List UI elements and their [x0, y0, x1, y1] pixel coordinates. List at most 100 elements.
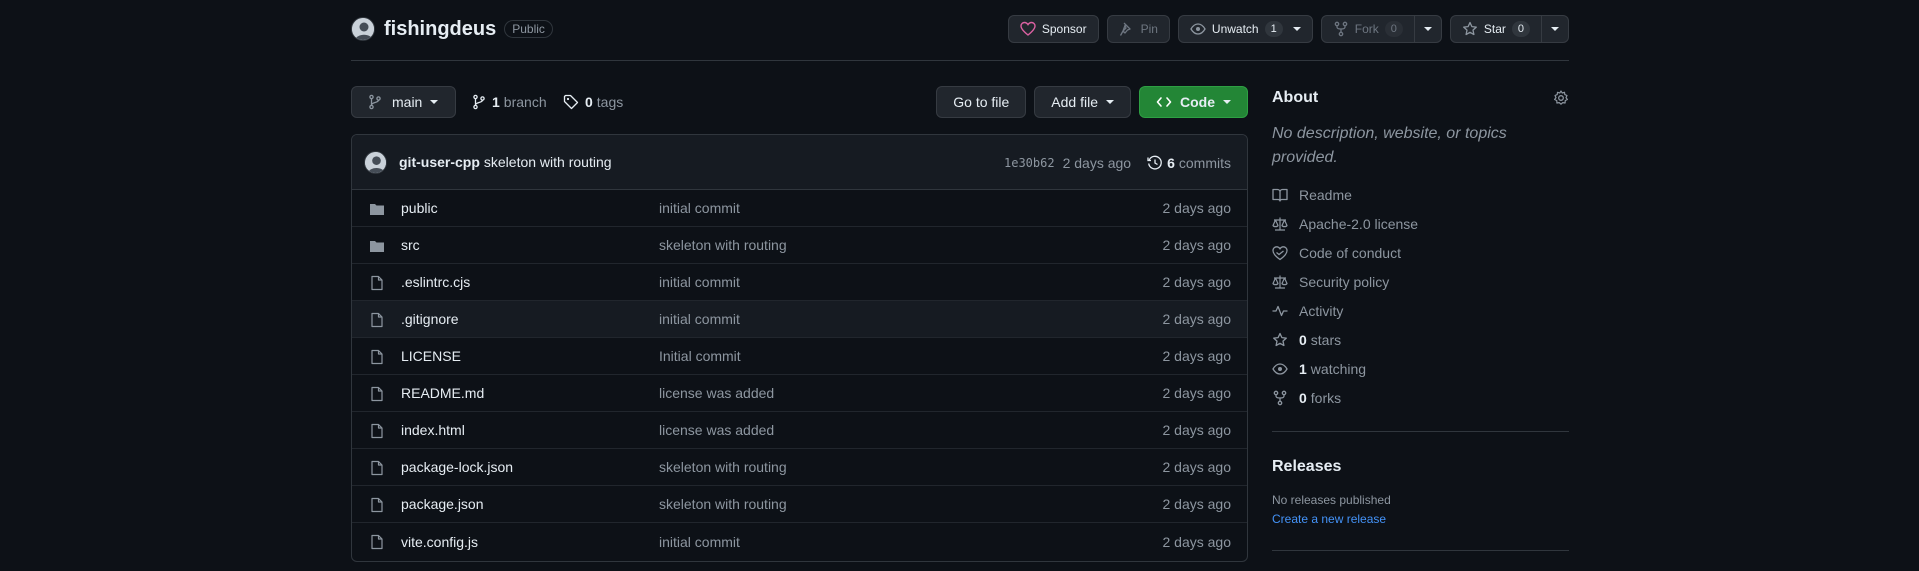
- fork-counter: 0: [1384, 21, 1403, 37]
- file-name-link[interactable]: README.md: [401, 385, 484, 401]
- commit-author[interactable]: git-user-cpp: [399, 154, 480, 170]
- commit-message[interactable]: skeleton with routing: [484, 154, 612, 170]
- star-label: Star: [1483, 22, 1506, 36]
- create-release-link[interactable]: Create a new release: [1272, 512, 1569, 526]
- fork-button[interactable]: Fork 0: [1320, 15, 1415, 43]
- code-icon: [1156, 94, 1172, 110]
- pin-button[interactable]: Pin: [1106, 15, 1170, 43]
- about-item-label: Activity: [1299, 302, 1344, 319]
- file-name-link[interactable]: package-lock.json: [401, 459, 513, 475]
- file-listing: git-user-cpp skeleton with routing 1e30b…: [351, 134, 1248, 562]
- file-name-link[interactable]: index.html: [401, 422, 465, 438]
- file-name-link[interactable]: .eslintrc.cjs: [401, 274, 470, 290]
- file-row[interactable]: index.html license was added 2 days ago: [352, 412, 1247, 449]
- file-commit-message[interactable]: Initial commit: [659, 348, 741, 364]
- add-file-label: Add file: [1051, 94, 1098, 110]
- file-name-link[interactable]: vite.config.js: [401, 534, 478, 550]
- file-name-link[interactable]: package.json: [401, 496, 484, 512]
- file-row[interactable]: LICENSE Initial commit 2 days ago: [352, 338, 1247, 375]
- fork-dropdown-button[interactable]: [1414, 15, 1442, 43]
- branches-link[interactable]: 1 branch: [472, 86, 547, 118]
- commit-count-label: commits: [1178, 154, 1231, 171]
- about-item-label: watching: [1310, 360, 1367, 377]
- about-item-label: forks: [1310, 389, 1342, 406]
- chevron-down-icon: [1292, 27, 1301, 31]
- file-row[interactable]: vite.config.js initial commit 2 days ago: [352, 523, 1247, 560]
- branch-count-label: branch: [503, 94, 547, 110]
- releases-section: Releases No releases published Create a …: [1272, 458, 1569, 526]
- about-security-policy[interactable]: Security policy: [1272, 267, 1569, 296]
- fork-split-button: Fork 0: [1320, 15, 1442, 43]
- file-row[interactable]: package.json skeleton with routing 2 days …: [352, 486, 1247, 523]
- sponsor-button[interactable]: Sponsor: [1007, 15, 1099, 43]
- go-to-file-button[interactable]: Go to file: [936, 86, 1027, 118]
- file-row[interactable]: .gitignore initial commit 2 days ago: [352, 301, 1247, 338]
- file-name-link[interactable]: public: [401, 200, 438, 216]
- file-row[interactable]: public initial commit 2 days ago: [352, 190, 1247, 227]
- file-row[interactable]: README.md license was added 2 days ago: [352, 375, 1247, 412]
- file-commit-message[interactable]: license was added: [659, 422, 774, 438]
- about-forks[interactable]: 0 forks: [1272, 383, 1569, 412]
- file-name-link[interactable]: src: [401, 237, 420, 253]
- no-releases-text: No releases published: [1272, 493, 1391, 507]
- git-branch-icon: [472, 94, 486, 110]
- commits-link[interactable]: 6 commits: [1147, 155, 1231, 171]
- file-icon: [369, 349, 385, 365]
- add-file-button[interactable]: Add file: [1034, 86, 1131, 118]
- commit-author-avatar[interactable]: [364, 150, 387, 174]
- unwatch-label: Unwatch: [1211, 22, 1259, 36]
- file-name-link[interactable]: LICENSE: [401, 348, 461, 364]
- chevron-down-icon: [1423, 27, 1432, 31]
- code-button[interactable]: Code: [1139, 86, 1248, 118]
- eye-icon: [1190, 21, 1206, 37]
- sidebar-divider: [1272, 431, 1569, 432]
- file-commit-message[interactable]: initial commit: [659, 200, 740, 216]
- about-watching[interactable]: 1 watching: [1272, 354, 1569, 383]
- law-icon: [1272, 216, 1288, 232]
- repo-name[interactable]: fishingdeus: [384, 18, 496, 41]
- file-commit-message[interactable]: skeleton with routing: [659, 237, 787, 253]
- sponsor-label: Sponsor: [1041, 22, 1087, 36]
- tags-link[interactable]: 0 tags: [563, 86, 623, 118]
- avatar-icon: [365, 151, 386, 173]
- about-stars[interactable]: 0 stars: [1272, 325, 1569, 354]
- file-commit-age: 2 days ago: [1162, 533, 1232, 550]
- law-icon: [1272, 274, 1288, 290]
- unwatch-button[interactable]: Unwatch 1: [1177, 15, 1313, 43]
- pulse-icon: [1272, 303, 1288, 319]
- about-description: No description, website, or topics provi…: [1272, 125, 1507, 166]
- repo-actions: Sponsor Pin Unwatch 1 Fork 0 Star 0: [1007, 15, 1569, 43]
- folder-icon: [369, 238, 385, 254]
- about-activity[interactable]: Activity: [1272, 296, 1569, 325]
- file-row[interactable]: src skeleton with routing 2 days ago: [352, 227, 1247, 264]
- file-commit-age: 2 days ago: [1162, 459, 1232, 475]
- file-commit-message[interactable]: skeleton with routing: [659, 496, 787, 512]
- file-commit-message[interactable]: initial commit: [659, 311, 740, 327]
- file-row[interactable]: package-lock.json skeleton with routing 2 …: [352, 449, 1247, 486]
- about-item-label: Apache-2.0 license: [1299, 215, 1419, 232]
- branch-selector[interactable]: main: [351, 86, 456, 118]
- file-commit-message[interactable]: skeleton with routing: [659, 459, 787, 475]
- file-icon: [369, 497, 385, 513]
- about-item-label: stars: [1310, 331, 1342, 348]
- git-branch-icon: [368, 94, 382, 110]
- about-readme[interactable]: Readme: [1272, 180, 1569, 209]
- file-commit-message[interactable]: license was added: [659, 385, 774, 401]
- file-commit-message[interactable]: initial commit: [659, 534, 740, 550]
- owner-avatar[interactable]: [351, 17, 375, 41]
- star-icon: [1462, 21, 1478, 37]
- gear-icon[interactable]: [1553, 90, 1569, 106]
- pin-label: Pin: [1140, 22, 1158, 36]
- file-row[interactable]: .eslintrc.cjs initial commit 2 days ago: [352, 264, 1247, 301]
- file-commit-message[interactable]: initial commit: [659, 274, 740, 290]
- about-license[interactable]: Apache-2.0 license: [1272, 209, 1569, 238]
- file-commit-age: 2 days ago: [1162, 237, 1232, 253]
- about-item-label: Code of conduct: [1299, 244, 1401, 261]
- about-code-of-conduct[interactable]: Code of conduct: [1272, 238, 1569, 267]
- commit-sha[interactable]: 1e30b62: [1004, 156, 1055, 170]
- file-name-link[interactable]: .gitignore: [401, 311, 459, 327]
- star-dropdown-button[interactable]: [1542, 15, 1569, 43]
- star-button[interactable]: Star 0: [1449, 15, 1542, 43]
- releases-title[interactable]: Releases: [1272, 458, 1569, 476]
- file-commit-age: 2 days ago: [1162, 496, 1232, 512]
